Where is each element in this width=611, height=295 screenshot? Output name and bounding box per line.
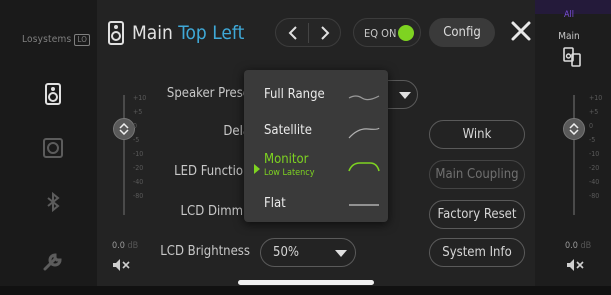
delay-label: Dela — [223, 124, 250, 139]
factory-reset-button[interactable]: Factory Reset — [429, 200, 525, 229]
fader-track — [123, 95, 125, 215]
option-flat[interactable]: Flat — [264, 196, 286, 211]
updown-arrows-icon — [119, 123, 129, 135]
config-button[interactable]: Config — [429, 18, 495, 47]
speaker-icon — [108, 21, 124, 45]
fader-value: 0.0 dB — [565, 241, 592, 251]
bluetooth-icon[interactable] — [42, 191, 64, 213]
updown-arrows-icon — [569, 123, 579, 135]
right-channel-panel: All Main +10 +5 0 -5 -10 -20 -40 -80 0.0… — [535, 0, 611, 286]
divider — [308, 23, 309, 43]
selected-arrow-icon — [254, 164, 260, 174]
eq-status-indicator — [398, 25, 414, 41]
main-coupling-button[interactable]: Main Coupling — [429, 160, 525, 189]
lcd-brightness-label: LCD Brightness — [160, 244, 250, 259]
option-satellite[interactable]: Satellite — [264, 123, 312, 138]
satellite-curve-icon — [348, 127, 380, 139]
eq-toggle[interactable]: EQ ON — [353, 18, 421, 47]
page-title: Main Top Left — [132, 22, 245, 44]
mute-icon[interactable] — [112, 258, 130, 272]
fader-knob[interactable] — [113, 118, 135, 140]
fader-value: 0.0 dB — [112, 241, 139, 251]
home-indicator — [238, 280, 374, 285]
monitor-curve-icon — [348, 162, 380, 172]
chevron-left-icon[interactable] — [287, 26, 299, 40]
wrench-icon[interactable] — [42, 251, 64, 273]
option-monitor[interactable]: Monitor Low Latency — [264, 152, 315, 178]
subwoofer-icon[interactable] — [42, 137, 64, 159]
speaker-pair-icon — [563, 47, 581, 67]
fader-knob[interactable] — [563, 118, 585, 140]
group-main-label[interactable]: Main — [549, 31, 589, 42]
led-function-label: LED Functio — [174, 164, 243, 179]
brand-logo: Losystems LO — [22, 34, 91, 46]
wink-button[interactable]: Wink — [429, 120, 525, 149]
lcd-dimmer-label: LCD Dimm — [180, 204, 243, 219]
flat-curve-icon — [349, 204, 379, 206]
chevron-down-icon — [399, 92, 411, 99]
side-nav: Losystems LO — [0, 0, 97, 286]
speaker-preset-label: Speaker Prese — [166, 86, 250, 101]
full-range-curve-icon — [348, 95, 380, 101]
fader-track — [573, 95, 575, 215]
mute-icon[interactable] — [566, 258, 584, 272]
group-all-label[interactable]: All — [549, 10, 589, 20]
speaker-preset-dropdown: Full Range Satellite Monitor Low Latency… — [244, 70, 388, 222]
nav-arrows — [275, 18, 341, 47]
close-icon[interactable] — [509, 19, 533, 43]
speaker-icon[interactable] — [42, 83, 64, 105]
chevron-right-icon[interactable] — [319, 26, 331, 40]
option-full-range[interactable]: Full Range — [264, 87, 325, 102]
lcd-brightness-select[interactable]: 50% — [260, 238, 356, 267]
system-info-button[interactable]: System Info — [429, 238, 525, 267]
chevron-down-icon — [335, 250, 347, 257]
